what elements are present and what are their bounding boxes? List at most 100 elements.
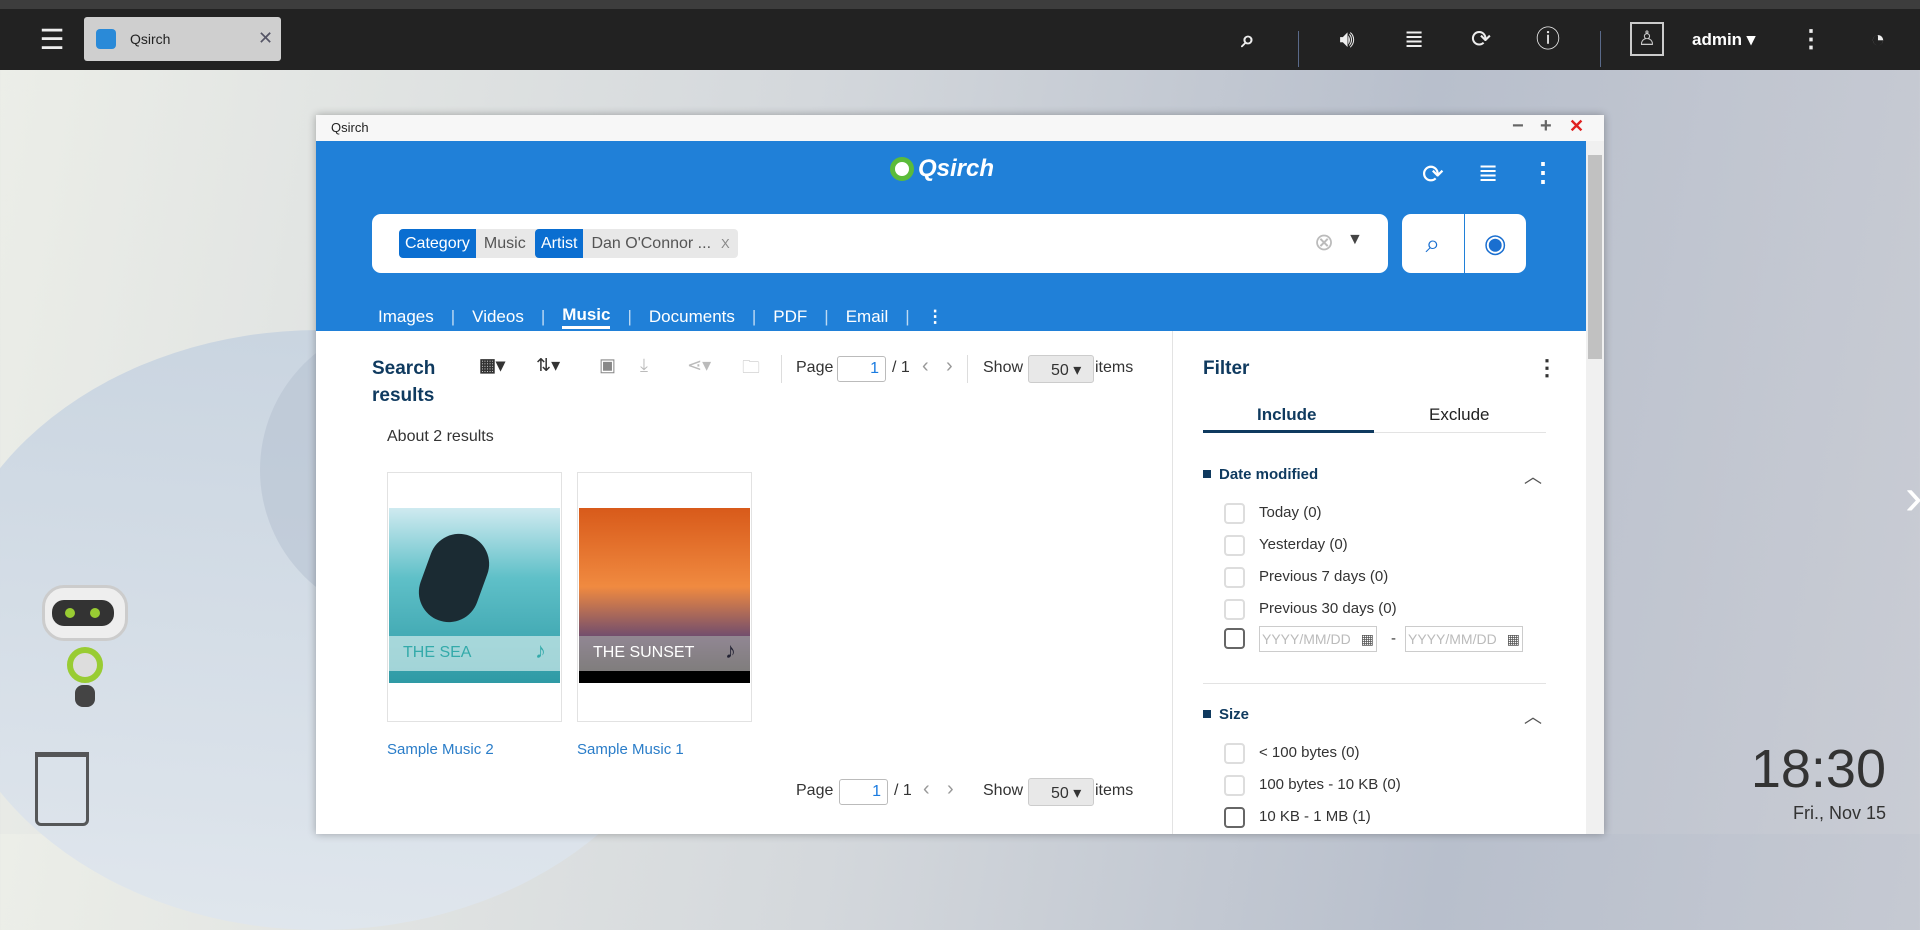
diver-image: [410, 525, 498, 631]
tab-music[interactable]: Music: [562, 305, 611, 329]
app-tab-label: Qsirch: [130, 31, 171, 47]
chip-value: Music: [483, 235, 526, 252]
stack-icon[interactable]: ≣: [1397, 27, 1431, 53]
user-icon[interactable]: ♙: [1630, 22, 1664, 56]
stack-icon[interactable]: ≣: [1478, 159, 1498, 188]
maximize-icon[interactable]: +: [1540, 115, 1552, 138]
result-title[interactable]: Sample Music 2: [387, 741, 494, 758]
filter-chip-category[interactable]: Category MusicX: [399, 229, 553, 258]
more-icon[interactable]: ⋮: [1794, 27, 1828, 53]
results-title-1: Search: [372, 358, 436, 379]
range-dash: -: [1391, 630, 1396, 647]
per-page-select[interactable]: 50 ▾: [1028, 355, 1094, 383]
select-all-icon[interactable]: ▣: [599, 355, 616, 376]
next-page-icon[interactable]: ›: [947, 778, 954, 801]
calendar-icon[interactable]: ▦: [1507, 631, 1520, 648]
result-title[interactable]: Sample Music 1: [577, 741, 684, 758]
trash-icon[interactable]: [35, 752, 89, 826]
more-categories-icon[interactable]: ⋮: [927, 307, 944, 327]
cover-text: THE SEA: [403, 644, 472, 661]
cover-text: THE SUNSET: [593, 644, 695, 661]
checkbox-date-range[interactable]: [1224, 628, 1245, 649]
tab-videos[interactable]: Videos: [472, 307, 524, 327]
page-input[interactable]: 1: [837, 356, 886, 382]
option-label: Previous 30 days (0): [1259, 600, 1397, 617]
checkbox-yesterday[interactable]: [1224, 535, 1245, 556]
sync-icon[interactable]: ⟳: [1464, 27, 1498, 53]
tab-include[interactable]: Include: [1257, 405, 1317, 425]
qsirch-window: Qsirch − + ✕ Qsirch ⟳ ≣ ⋮ Category Music…: [316, 115, 1604, 834]
download-icon[interactable]: ⤓: [640, 355, 648, 376]
checkbox-previous-7-days[interactable]: [1224, 567, 1245, 588]
qsirch-robot-icon[interactable]: [30, 585, 140, 710]
window-titlebar[interactable]: Qsirch − + ✕: [316, 115, 1604, 141]
music-note-icon: ♪: [535, 638, 546, 663]
filter-title: Filter: [1203, 358, 1250, 379]
checkbox-previous-30-days[interactable]: [1224, 599, 1245, 620]
checkbox-size-lt-100[interactable]: [1224, 743, 1245, 764]
divider: [1298, 31, 1299, 67]
tab-images[interactable]: Images: [378, 307, 434, 327]
placeholder: YYYY/MM/DD: [1262, 631, 1351, 647]
tab-exclude[interactable]: Exclude: [1429, 405, 1489, 425]
prev-page-icon[interactable]: ‹: [923, 778, 930, 801]
date-to-input[interactable]: YYYY/MM/DD ▦: [1405, 626, 1523, 652]
option-label: Today (0): [1259, 504, 1322, 521]
section-size[interactable]: Size: [1203, 706, 1249, 723]
sort-icon[interactable]: ⇅▾: [536, 355, 560, 376]
calendar-icon[interactable]: ▦: [1361, 631, 1374, 648]
results-title-2: results: [372, 385, 435, 406]
result-card[interactable]: THE SUNSET ♪: [577, 472, 752, 722]
chip-remove-icon[interactable]: X: [721, 236, 730, 251]
option-label: 100 bytes - 10 KB (0): [1259, 776, 1401, 793]
user-menu[interactable]: admin ▾: [1692, 30, 1755, 50]
next-page-arrow-icon[interactable]: ›: [1905, 467, 1920, 527]
chip-value-wrap: Dan O'Connor ... X: [583, 229, 738, 258]
collapse-icon[interactable]: ︿: [1524, 463, 1542, 489]
result-card[interactable]: THE SEA ♪: [387, 472, 562, 722]
dashboard-icon[interactable]: ◔: [1861, 27, 1895, 53]
per-page-value: 50: [1051, 785, 1069, 802]
advanced-search-icon[interactable]: ⌕: [1402, 214, 1464, 273]
checkbox-size-10kb-1mb[interactable]: [1224, 807, 1245, 828]
collapse-icon[interactable]: ︿: [1524, 703, 1542, 729]
clock-date: Fri., Nov 15: [1792, 803, 1886, 823]
close-icon[interactable]: ✕: [1569, 116, 1584, 137]
open-folder-icon[interactable]: 🗀︎: [742, 355, 760, 385]
per-page-select-bottom[interactable]: 50 ▾: [1028, 778, 1094, 806]
close-tab-icon[interactable]: ✕: [258, 28, 273, 49]
refresh-icon[interactable]: ⟳: [1422, 159, 1444, 190]
share-icon[interactable]: ⋖▾: [687, 355, 711, 376]
view-mode-icon[interactable]: ▦▾: [479, 355, 505, 376]
prev-page-icon[interactable]: ‹: [922, 355, 929, 378]
app-header: Qsirch ⟳ ≣ ⋮ Category MusicX Artist Dan …: [316, 141, 1586, 331]
search-icon[interactable]: ⌕: [1231, 27, 1265, 53]
search-box[interactable]: Category MusicX Artist Dan O'Connor ... X…: [372, 214, 1388, 273]
checkbox-size-100b-10kb[interactable]: [1224, 775, 1245, 796]
tab-documents[interactable]: Documents: [649, 307, 735, 327]
section-date-modified[interactable]: Date modified: [1203, 466, 1318, 483]
dropdown-caret-icon[interactable]: ▼: [1347, 231, 1363, 249]
tab-email[interactable]: Email: [846, 307, 889, 327]
page-input-bottom[interactable]: 1: [839, 779, 888, 805]
filter-chip-artist[interactable]: Artist Dan O'Connor ... X: [535, 229, 738, 258]
volume-icon[interactable]: 🔊︎: [1330, 27, 1364, 53]
date-from-input[interactable]: YYYY/MM/DD ▦: [1259, 626, 1377, 652]
more-icon[interactable]: ⋮: [1530, 157, 1556, 188]
menu-icon[interactable]: ☰: [35, 26, 69, 54]
filter-more-icon[interactable]: ⋮: [1536, 355, 1558, 381]
active-tab-underline: [1203, 430, 1374, 433]
album-cover-sea: THE SEA ♪: [389, 508, 560, 683]
clear-search-icon[interactable]: ⊗: [1314, 228, 1334, 257]
info-icon[interactable]: ⓘ: [1531, 27, 1565, 53]
scrollbar-thumb[interactable]: [1588, 155, 1602, 359]
next-page-icon[interactable]: ›: [946, 355, 953, 378]
location-pin-icon[interactable]: ◉: [1463, 214, 1527, 273]
per-page-value: 50: [1051, 362, 1069, 379]
divider: [967, 355, 968, 383]
minimize-icon[interactable]: −: [1512, 115, 1524, 138]
app-tab-qsirch[interactable]: Qsirch ✕: [84, 17, 281, 61]
checkbox-today[interactable]: [1224, 503, 1245, 524]
tab-pdf[interactable]: PDF: [773, 307, 807, 327]
taskbar: ☰ Qsirch ✕ ⌕ 🔊︎ ≣ ⟳ ⓘ ♙ admin ▾ ⋮ ◔: [0, 9, 1920, 70]
